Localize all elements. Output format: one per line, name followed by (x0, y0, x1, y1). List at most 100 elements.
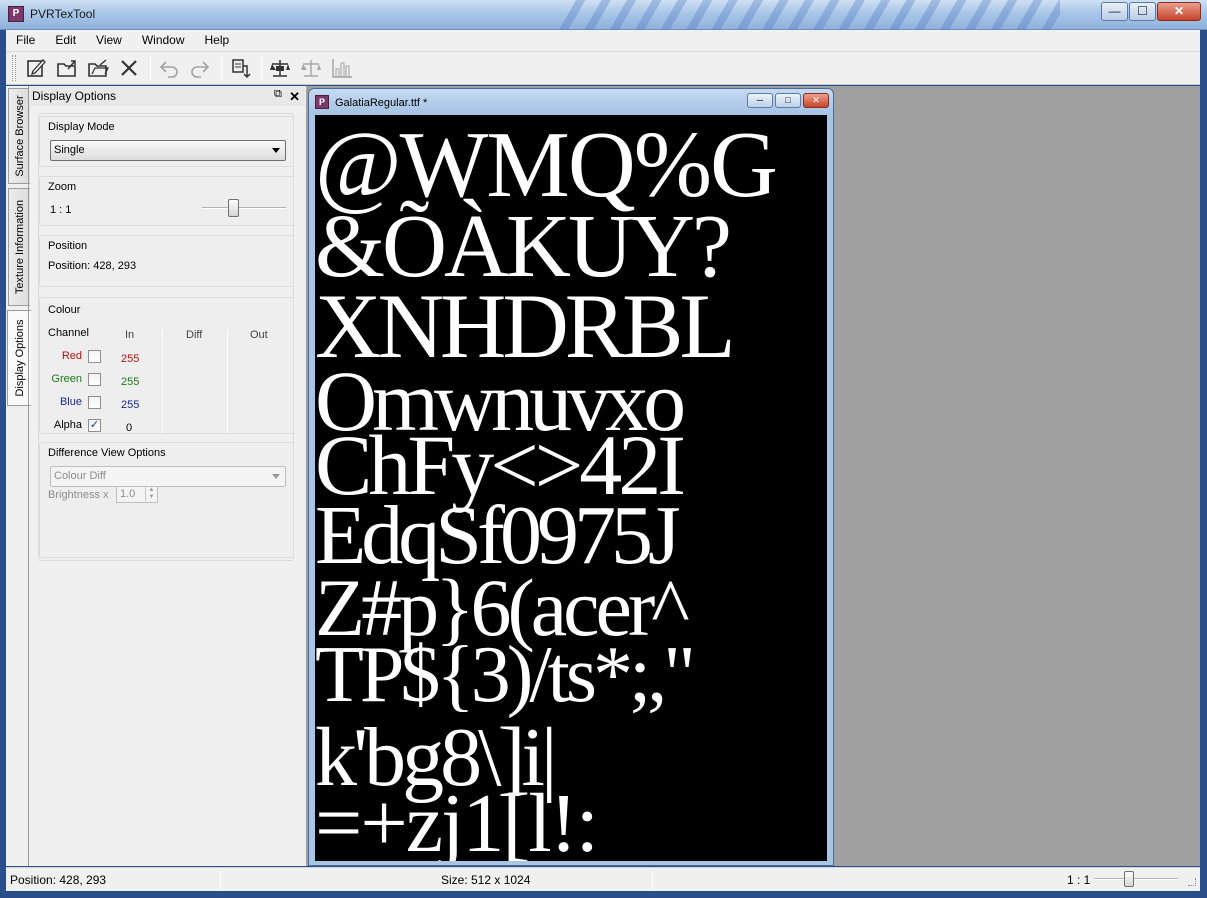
menu-bar: File Edit View Window Help (6, 30, 1200, 51)
side-tabs: Surface Browser Texture Information Disp… (7, 88, 31, 848)
display-mode-group: Display Mode Single (39, 116, 294, 167)
menu-view[interactable]: View (86, 30, 132, 51)
brightness-label: Brightness x (48, 489, 109, 501)
alpha-in-value: 0 (126, 422, 133, 434)
menu-file[interactable]: File (6, 30, 45, 51)
undo-icon (159, 61, 178, 78)
tab-texture-information[interactable]: Texture Information (8, 188, 30, 306)
zoom-label: Zoom (48, 181, 77, 193)
zoom-slider-track[interactable] (202, 207, 286, 209)
dock-title-bar: Display Options ⧉ ✕ (29, 86, 305, 106)
colour-group: Colour Channel In Diff Out Red 255 Green… (39, 297, 294, 434)
glyph-row: =+zj1[l!: (315, 777, 599, 861)
app-icon: P (8, 6, 24, 22)
encode-icon (232, 59, 251, 79)
compare-button[interactable] (266, 54, 294, 82)
document-icon: P (315, 95, 329, 109)
toolbar-grip[interactable] (12, 55, 16, 81)
minimize-button[interactable]: — (1101, 2, 1128, 21)
open-folder-icon (88, 59, 109, 77)
chevron-down-icon (272, 148, 280, 153)
position-label: Position (48, 240, 88, 252)
difference-group: Difference View Options Colour Diff Brig… (39, 442, 294, 558)
red-in-value: 255 (121, 353, 140, 365)
toolbar-separator (261, 56, 262, 80)
out-header: Out (250, 329, 268, 341)
histogram-button[interactable] (328, 54, 356, 82)
resize-grip[interactable] (1188, 878, 1196, 886)
difference-label: Difference View Options (48, 447, 166, 459)
spin-up-icon[interactable]: ▲ (145, 487, 157, 494)
mdi-workspace: P GalatiaRegular.ttf * ─ □ ✕ @WMQ%G &ÕÀK… (306, 86, 1200, 866)
redo-icon (191, 61, 210, 78)
undo-button[interactable] (155, 54, 183, 82)
column-divider (162, 329, 163, 433)
close-window-button[interactable]: ✕ (1157, 2, 1201, 21)
new-button[interactable] (22, 54, 50, 82)
histogram-icon (332, 59, 352, 78)
status-separator (652, 871, 653, 889)
close-icon (121, 60, 137, 76)
blue-checkbox[interactable] (88, 396, 101, 409)
display-mode-select[interactable]: Single (50, 140, 286, 161)
difference-mode-select[interactable]: Colour Diff (50, 466, 286, 487)
status-bar: Position: 428, 293 Size: 512 x 1024 1 : … (6, 867, 1200, 891)
channel-header: Channel (48, 327, 89, 339)
alpha-checkbox[interactable]: ✓ (88, 419, 101, 432)
close-file-button[interactable] (115, 54, 143, 82)
menu-help[interactable]: Help (195, 30, 240, 51)
maximize-button[interactable]: ☐ (1129, 2, 1156, 21)
tab-surface-browser[interactable]: Surface Browser (8, 88, 30, 184)
green-label: Green (51, 373, 82, 385)
redo-button[interactable] (186, 54, 214, 82)
toolbar (6, 51, 1200, 85)
menu-window[interactable]: Window (132, 30, 195, 51)
tab-label: Surface Browser (13, 95, 26, 177)
document-title: GalatiaRegular.ttf * (335, 97, 428, 109)
chevron-down-icon (272, 474, 280, 479)
compare-diff-button[interactable] (297, 54, 325, 82)
status-zoom: 1 : 1 (1067, 873, 1091, 887)
blue-label: Blue (59, 396, 82, 408)
compare-diff-icon (301, 60, 321, 77)
texture-document-window: P GalatiaRegular.ttf * ─ □ ✕ @WMQ%G &ÕÀK… (308, 88, 834, 866)
encode-button[interactable] (226, 54, 254, 82)
status-zoom-slider-track[interactable] (1094, 878, 1178, 880)
red-checkbox[interactable] (88, 350, 101, 363)
document-minimize-button[interactable]: ─ (747, 93, 773, 108)
zoom-slider-thumb[interactable] (227, 199, 239, 217)
toolbar-separator (150, 56, 151, 80)
green-in-value: 255 (121, 376, 140, 388)
brightness-value: 1.0 (120, 488, 136, 500)
status-size: Size: 512 x 1024 (441, 873, 531, 887)
green-checkbox[interactable] (88, 373, 101, 386)
glyph-row: TP${3)/ts*;," (315, 631, 696, 719)
display-mode-label: Display Mode (48, 121, 115, 133)
column-divider (227, 329, 228, 433)
brightness-spinbox[interactable]: 1.0 ▲ ▼ (116, 486, 158, 503)
display-mode-value: Single (54, 144, 85, 156)
red-label: Red (61, 350, 82, 362)
position-value: Position: 428, 293 (48, 260, 137, 272)
float-icon[interactable]: ⧉ (274, 89, 285, 100)
in-header: In (125, 329, 135, 341)
dock-title: Display Options (32, 89, 117, 103)
document-restore-button[interactable]: □ (775, 93, 801, 108)
status-zoom-slider-thumb[interactable] (1123, 871, 1134, 887)
tab-label: Texture Information (13, 199, 26, 295)
compare-icon (270, 60, 290, 77)
zoom-value: 1 : 1 (50, 204, 72, 216)
open-icon (57, 60, 76, 77)
diff-header: Diff (186, 329, 203, 341)
display-options-dock: Display Options ⧉ ✕ Display Mode Single … (28, 86, 305, 866)
spin-down-icon[interactable]: ▼ (145, 494, 157, 501)
close-icon[interactable]: ✕ (289, 87, 300, 107)
blue-in-value: 255 (121, 399, 140, 411)
texture-canvas[interactable]: @WMQ%G &ÕÀKUY? XNHDRBL Omwnuvxo ChFy<>42… (315, 115, 827, 861)
zoom-group: Zoom 1 : 1 (39, 176, 294, 226)
menu-edit[interactable]: Edit (45, 30, 86, 51)
open-folder-button[interactable] (84, 54, 112, 82)
open-button[interactable] (53, 54, 81, 82)
document-close-button[interactable]: ✕ (803, 93, 829, 108)
difference-mode-value: Colour Diff (54, 470, 106, 482)
